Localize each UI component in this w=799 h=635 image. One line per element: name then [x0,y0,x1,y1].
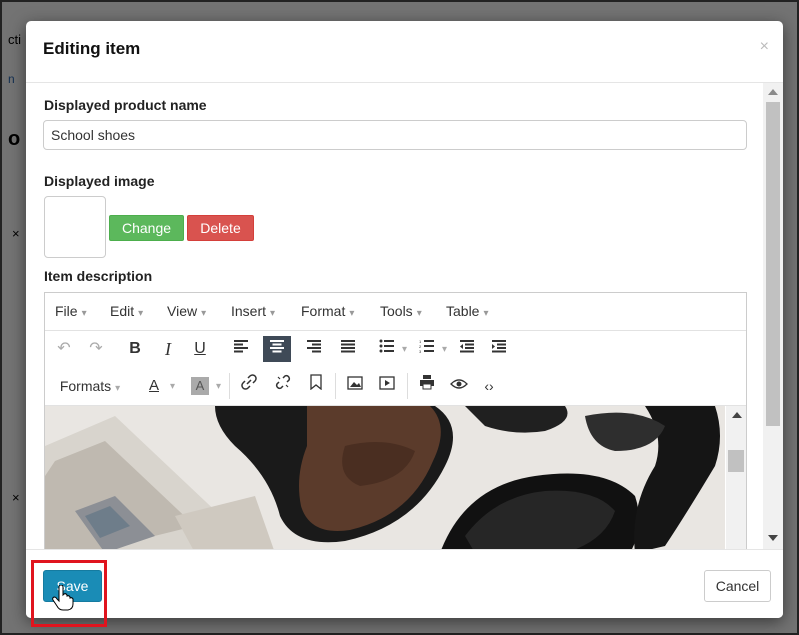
align-center-icon[interactable] [263,336,291,362]
chevron-down-icon[interactable]: ▾ [442,344,447,355]
cancel-button[interactable]: Cancel [704,570,771,602]
modal-scrollbar[interactable] [763,83,783,549]
menu-table[interactable]: Table ▾ [446,303,489,319]
scroll-up-icon[interactable] [732,412,742,418]
edit-item-dialog: Editing item × Displayed product name Di… [26,21,783,618]
svg-text:3: 3 [419,349,422,353]
toolbar-divider [229,373,230,399]
scroll-up-icon[interactable] [768,89,778,95]
menu-file[interactable]: File ▾ [55,303,87,319]
image-preview [44,196,106,258]
unlink-icon[interactable] [271,373,295,399]
scrollbar-thumb[interactable] [766,102,780,426]
modal-footer: Save Cancel [26,549,783,618]
media-icon[interactable] [375,373,399,399]
indent-icon[interactable] [487,336,511,362]
align-left-icon[interactable] [228,336,254,362]
product-name-input[interactable] [43,120,747,150]
outdent-icon[interactable] [455,336,479,362]
chevron-down-icon: ▾ [138,308,144,319]
chevron-down-icon: ▾ [201,308,207,319]
align-right-icon[interactable] [301,336,327,362]
editor-toolbar-row-2: Formats ▾ A ▾ A ▾ ‹› [45,367,746,406]
image-label: Displayed image [44,173,155,189]
rich-text-editor: File ▾ Edit ▾ View ▾ Insert ▾ Format ▾ Tools ▾… [44,292,747,549]
editor-menubar: File ▾ Edit ▾ View ▾ Insert ▾ Format ▾ Tools ▾… [45,293,746,331]
chevron-down-icon: ▾ [349,308,355,319]
description-label: Item description [44,268,153,284]
italic-icon[interactable]: I [156,336,180,362]
product-name-label: Displayed product name [44,97,207,113]
bold-icon[interactable]: B [123,336,147,362]
menu-tools[interactable]: Tools ▾ [380,303,422,319]
underline-icon[interactable]: U [188,336,212,362]
chevron-down-icon[interactable]: ▾ [402,344,407,355]
bullet-list-icon[interactable] [375,336,399,362]
chevron-down-icon: ▾ [416,308,422,319]
menu-format[interactable]: Format ▾ [301,303,354,319]
align-justify-icon[interactable] [335,336,361,362]
menu-view[interactable]: View ▾ [167,303,206,319]
scroll-down-icon[interactable] [768,535,778,541]
image-icon[interactable] [343,373,367,399]
code-icon[interactable]: ‹› [477,373,501,399]
numbered-list-icon[interactable]: 123 [415,336,439,362]
editor-scrollbar[interactable] [726,406,746,549]
toolbar-divider [335,373,336,399]
editor-toolbar-row-1: ↶ ↷ B I U ▾ 1 2 3 ▾ [45,331,746,367]
chevron-down-icon: ▾ [81,308,87,319]
formats-dropdown[interactable]: Formats ▾ [53,373,127,399]
bookmark-icon[interactable] [305,373,327,399]
modal-body: Displayed product name Displayed image C… [26,83,783,549]
link-icon[interactable] [237,373,261,399]
background-color-icon[interactable]: A [191,377,209,395]
chevron-down-icon: ▾ [115,383,121,394]
redo-icon[interactable]: ↷ [85,336,107,362]
toolbar-divider [407,373,408,399]
chevron-down-icon: ▾ [270,308,276,319]
text-color-icon[interactable]: A [143,373,165,399]
undo-icon[interactable]: ↶ [53,336,75,362]
chevron-down-icon[interactable]: ▾ [216,381,221,392]
delete-image-button[interactable]: Delete [187,215,254,241]
product-photo [45,406,725,549]
modal-title: Editing item [43,39,141,58]
hand-cursor-icon [52,585,74,611]
preview-icon[interactable] [447,373,471,399]
menu-insert[interactable]: Insert ▾ [231,303,275,319]
close-icon[interactable]: × [760,38,769,56]
change-image-button[interactable]: Change [109,215,184,241]
chevron-down-icon: ▾ [483,308,489,319]
menu-edit[interactable]: Edit ▾ [110,303,143,319]
scrollbar-thumb[interactable] [728,450,744,472]
print-icon[interactable] [415,373,439,399]
chevron-down-icon[interactable]: ▾ [170,381,175,392]
modal-header: Editing item × [26,21,783,83]
editor-content[interactable] [45,406,746,549]
